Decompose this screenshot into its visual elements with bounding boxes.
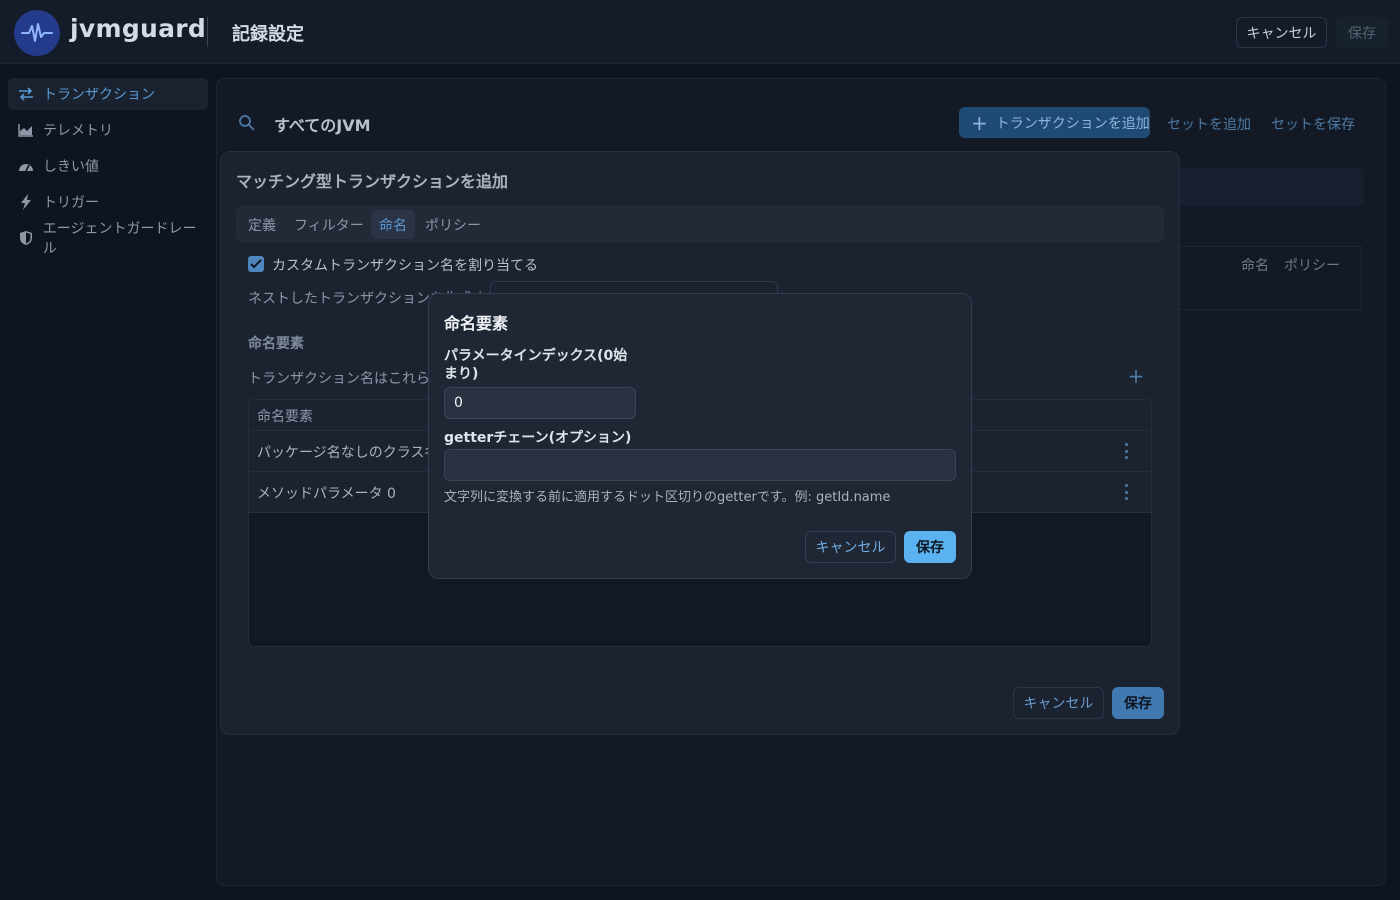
sidebar-item-triggers[interactable]: トリガー xyxy=(8,186,208,218)
naming-dialog-title: 命名要素 xyxy=(444,314,509,333)
param-index-label: パラメータインデックス(0始まり) xyxy=(444,348,628,382)
lightning-icon xyxy=(18,194,34,210)
getter-chain-help-text: 文字列に変換する前に適用するドット区切りのgetterです。例: getId.n… xyxy=(444,490,891,505)
getter-chain-label: getterチェーン(オプション) xyxy=(444,430,632,446)
getter-chain-input[interactable] xyxy=(444,449,956,481)
gauge-icon xyxy=(18,158,34,174)
header-divider xyxy=(207,17,208,47)
custom-name-checkbox[interactable] xyxy=(248,256,264,272)
page-title: 記録設定 xyxy=(232,24,304,45)
save-set-link[interactable]: セットを保存 xyxy=(1271,114,1355,134)
table-row-label: メソッドパラメータ 0 xyxy=(257,486,396,502)
logo-icon xyxy=(14,10,60,56)
transactions-icon xyxy=(18,86,34,102)
tab-definition[interactable]: 定義 xyxy=(240,210,284,239)
table-row-label: パッケージ名なしのクラス名 xyxy=(257,445,439,461)
param-index-input[interactable] xyxy=(444,387,636,419)
tab-policy[interactable]: ポリシー xyxy=(417,210,489,239)
sidebar-item-label: トリガー xyxy=(43,195,99,211)
dialog-title: マッチング型トランザクションを追加 xyxy=(236,172,509,191)
sidebar: トランザクション テレメトリ しきい値 トリガー エージェントガードレール xyxy=(0,64,216,900)
naming-elements-heading: 命名要素 xyxy=(248,336,304,352)
tab-filter[interactable]: フィルター xyxy=(286,210,372,239)
column-header-naming: 命名 xyxy=(1241,258,1269,274)
column-header-policy: ポリシー xyxy=(1284,258,1340,274)
jvm-selector[interactable]: すべてのJVM xyxy=(274,112,371,136)
row-menu-icon[interactable] xyxy=(1120,443,1132,459)
sidebar-item-label: トランザクション xyxy=(43,87,155,103)
sidebar-item-transactions[interactable]: トランザクション xyxy=(8,78,208,110)
dialog-cancel-button[interactable]: キャンセル xyxy=(1013,687,1104,719)
add-transaction-button[interactable]: + トランザクションを追加 xyxy=(959,107,1150,138)
sidebar-item-agent-guardrails[interactable]: エージェントガードレール xyxy=(8,221,208,257)
sidebar-item-label: テレメトリ xyxy=(43,123,113,139)
filter-strip xyxy=(1170,168,1364,206)
brand-name: jvmguard xyxy=(70,14,207,43)
check-icon xyxy=(250,259,262,269)
naming-dialog-cancel-button[interactable]: キャンセル xyxy=(805,531,896,563)
add-set-link[interactable]: セットを追加 xyxy=(1167,114,1251,134)
header-save-button[interactable]: 保存 xyxy=(1336,17,1388,48)
add-naming-element-button[interactable]: + xyxy=(1126,366,1146,386)
header-cancel-button[interactable]: キャンセル xyxy=(1236,17,1327,48)
add-transaction-label: トランザクションを追加 xyxy=(995,115,1150,132)
tab-naming[interactable]: 命名 xyxy=(371,210,415,239)
sidebar-item-thresholds[interactable]: しきい値 xyxy=(8,150,208,182)
sidebar-item-label: しきい値 xyxy=(43,159,99,175)
shield-icon xyxy=(18,230,34,246)
naming-dialog-save-button[interactable]: 保存 xyxy=(904,531,956,563)
sidebar-item-telemetry[interactable]: テレメトリ xyxy=(8,114,208,146)
sidebar-item-label: エージェントガードレール xyxy=(42,221,197,257)
plus-icon: + xyxy=(971,110,988,135)
custom-name-checkbox-label: カスタムトランザクション名を割り当てる xyxy=(272,258,538,274)
table-header-label: 命名要素 xyxy=(257,409,313,425)
top-bar: jvmguard 記録設定 キャンセル 保存 xyxy=(0,0,1400,64)
search-icon[interactable] xyxy=(238,114,256,136)
telemetry-chart-icon xyxy=(18,122,34,138)
dialog-save-button[interactable]: 保存 xyxy=(1112,687,1164,719)
row-menu-icon[interactable] xyxy=(1120,484,1132,500)
